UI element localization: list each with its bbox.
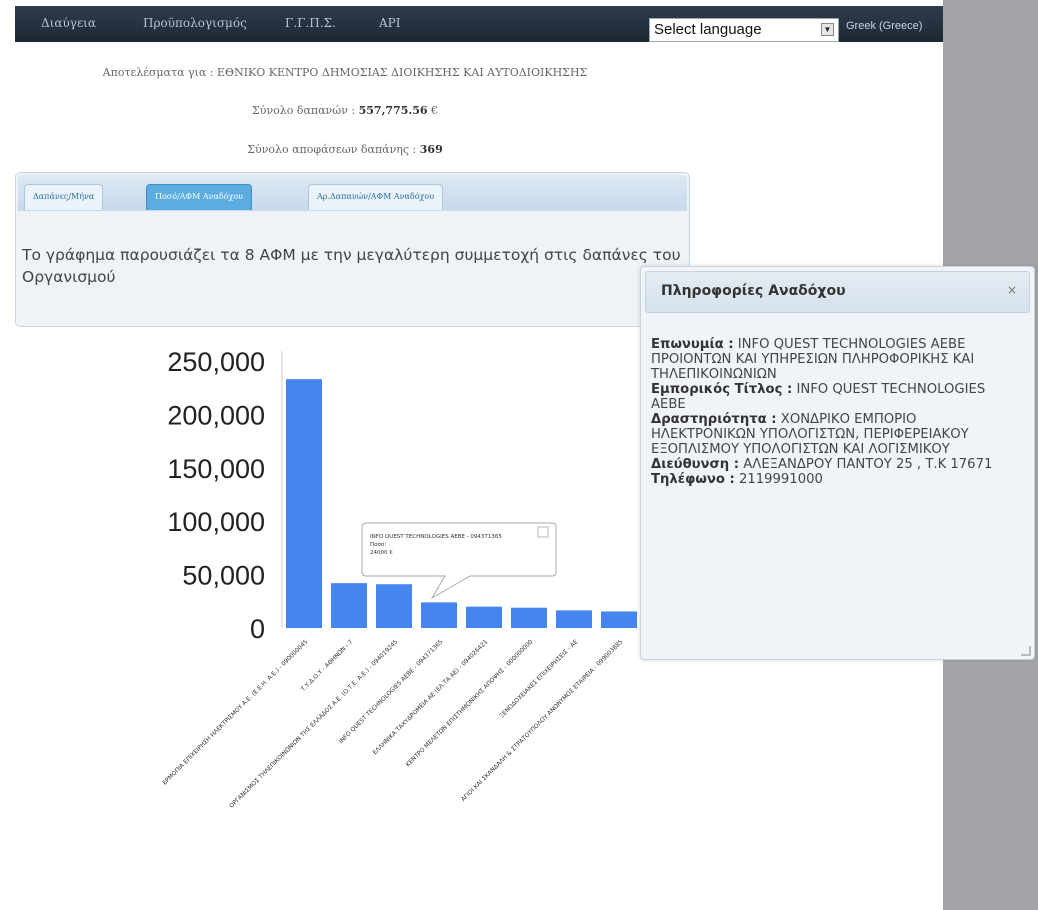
tooltip-line: Ποσό: — [370, 541, 386, 548]
field-phone-value: 2119991000 — [738, 472, 823, 487]
results-total: Σύνολο δαπανών : 557,775.56 € — [0, 104, 690, 117]
bar — [286, 379, 322, 628]
bar — [331, 583, 367, 628]
results-entity: Αποτελέσματα για : ΕΘΝΙΚΟ ΚΕΝΤΡΟ ΔΗΜΟΣΙΑ… — [0, 66, 690, 79]
field-address-value: ΑΛΕΞΑΝΔΡΟΥ ΠΑΝΤΟΥ 25 , Τ.Κ 17671 — [743, 457, 993, 472]
field-name-label: Επωνυμία : — [651, 337, 734, 352]
field-phone: Τηλέφωνο : 2119991000 — [651, 472, 1021, 487]
y-tick-label: 150,000 — [167, 454, 265, 484]
tabs-bar: Δαπάνες/Μήνα Ποσό/ΑΦΜ Αναδόχου Αρ.Δαπανώ… — [18, 175, 687, 211]
field-phone-label: Τηλέφωνο : — [651, 472, 735, 487]
y-tick-label: 250,000 — [167, 347, 265, 377]
contractor-info-dialog: Πληροφορίες Αναδόχου × Επωνυμία : INFO Q… — [640, 266, 1035, 660]
bar — [421, 602, 457, 628]
field-name: Επωνυμία : INFO QUEST TECHNOLOGIES ΑΕΒΕ … — [651, 337, 1021, 382]
y-tick-label: 0 — [250, 614, 265, 644]
y-tick-label: 100,000 — [167, 507, 265, 537]
field-activity-label: Δραστηριότητα : — [651, 412, 777, 427]
bar — [556, 610, 592, 628]
nav-item-budget[interactable]: Προϋπολογισμός — [131, 6, 259, 42]
language-select-label: Select language — [654, 21, 762, 38]
dialog-header[interactable]: Πληροφορίες Αναδόχου × — [645, 271, 1030, 313]
resize-handle[interactable] — [1021, 646, 1031, 656]
language-select[interactable]: Select language ▼ — [649, 18, 839, 42]
nav-item-api[interactable]: API — [367, 6, 412, 42]
y-tick-label: 200,000 — [167, 400, 265, 430]
close-icon[interactable]: × — [1007, 283, 1017, 297]
x-tick-label: ΕΡΜΟΠΙΑ ΕΠΙΧΕΙΡΗΣΗ ΗΛΕΚΤΡΙΣΜΟΥ Α.Ε. (Ε.Ε… — [161, 638, 309, 786]
bar — [601, 611, 637, 628]
results-total-label: Σύνολο δαπανών : — [251, 104, 356, 117]
results-total-value: 557,775.56 — [358, 104, 428, 117]
tab-amount-per-contractor[interactable]: Ποσό/ΑΦΜ Αναδόχου — [146, 184, 253, 210]
y-tick-label: 50,000 — [182, 561, 265, 591]
x-tick-label: ΞΕΝΟΔΟΧΕΙΑΚΕΣ ΕΠΙΧΕΙΡΗΣΕΙΣ - ΑΕ — [498, 638, 579, 719]
results-decisions-label: Σύνολο αποφάσεων δαπάνης : — [247, 143, 417, 156]
tooltip-line: 24000 € — [370, 550, 393, 556]
results-entity-label: Αποτελέσματα για : — [102, 66, 214, 79]
results-entity-name: ΕΘΝΙΚΟ ΚΕΝΤΡΟ ΔΗΜΟΣΙΑΣ ΔΙΟΙΚΗΣΗΣ ΚΑΙ ΑΥΤ… — [217, 66, 588, 79]
dialog-title: Πληροφορίες Αναδόχου — [661, 283, 846, 299]
bar — [511, 607, 547, 628]
nav-item-ggps[interactable]: Γ.Γ.Π.Σ. — [273, 6, 348, 42]
field-trade-title-label: Εμπορικός Τίτλος : — [651, 382, 793, 397]
field-address: Διεύθυνση : ΑΛΕΞΑΝΔΡΟΥ ΠΑΝΤΟΥ 25 , Τ.Κ 1… — [651, 457, 1021, 472]
tooltip-close-icon — [537, 526, 549, 538]
tab-expenses-per-month[interactable]: Δαπάνες/Μήνα — [24, 184, 104, 210]
x-tick-label: ΟΡΓΑΝΙΣΜΟΣ ΤΗΛΕΠΙΚΟΙΝΩΝΙΩΝ ΤΗΣ ΕΛΛΑΔΟΣ Α… — [228, 638, 399, 809]
current-language: Greek (Greece) — [846, 20, 923, 32]
bar — [466, 606, 502, 628]
x-tick-label: INFO QUEST TECHNOLOGIES ΑΕΒΕ - 094371365 — [338, 638, 445, 745]
tooltip-line: INFO QUEST TECHNOLOGIES ΑΕΒΕ - 094371365 — [370, 534, 502, 540]
chevron-down-icon: ▼ — [821, 23, 834, 36]
results-decisions-value: 369 — [419, 143, 443, 156]
x-tick-label: ΑΓΙΟΙ ΚΑΙ ΣΚΑΝΔΑΛΗ & ΣΤΡΑΤΟΥΠΟΛΟΥ ΑΝΩΝΥΜ… — [460, 638, 625, 803]
bar — [376, 584, 412, 628]
chart-description: Το γράφημα παρουσιάζει τα 8 ΑΦΜ με την μ… — [22, 246, 681, 286]
field-address-label: Διεύθυνση : — [651, 457, 740, 472]
field-activity: Δραστηριότητα : ΧΟΝΔΡΙΚΟ ΕΜΠΟΡΙΟ ΗΛΕΚΤΡΟ… — [651, 412, 1021, 457]
tab-count-per-contractor[interactable]: Αρ.Δαπανών/ΑΦΜ Αναδόχου — [308, 184, 444, 210]
field-trade-title: Εμπορικός Τίτλος : INFO QUEST TECHNOLOGI… — [651, 382, 1021, 412]
bar-chart: 0 50,000 100,000 150,000 200,000 250,000 ΕΡΜΟΠ… — [161, 347, 637, 810]
results-total-unit: € — [431, 104, 438, 117]
nav-item-diavgeia[interactable]: Διαύγεια — [29, 6, 108, 42]
dialog-body: Επωνυμία : INFO QUEST TECHNOLOGIES ΑΕΒΕ … — [651, 337, 1021, 487]
results-decisions: Σύνολο αποφάσεων δαπάνης : 369 — [0, 143, 690, 156]
